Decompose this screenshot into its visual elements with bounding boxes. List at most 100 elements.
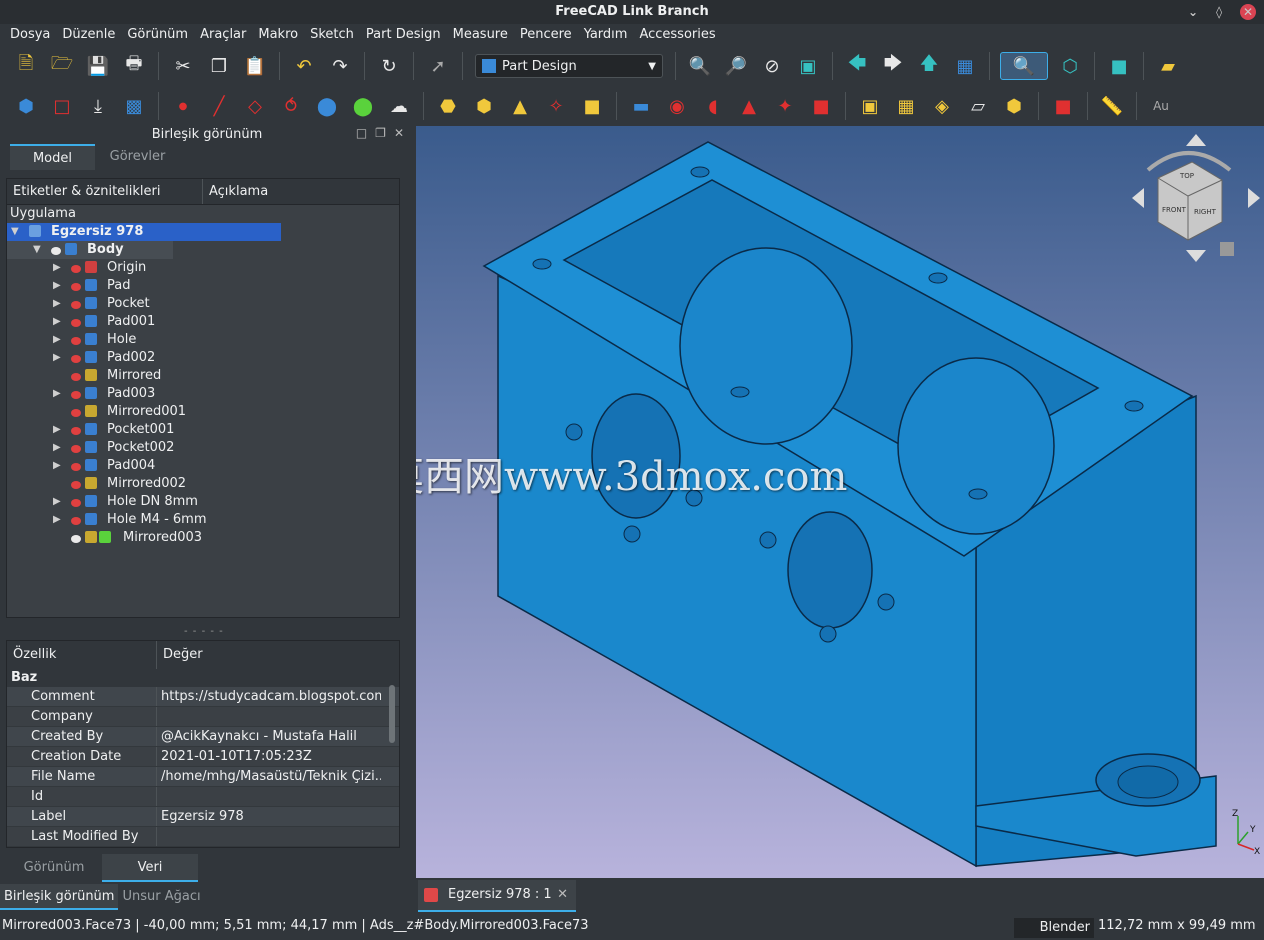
additive-primitive-icon[interactable]: ■ — [578, 92, 606, 120]
measure-icon[interactable]: 📏 — [1098, 92, 1126, 120]
subtractive-loft-icon[interactable]: ▲ — [735, 92, 763, 120]
back-icon[interactable]: 🡄 — [843, 52, 871, 80]
menu-gorunum[interactable]: Görünüm — [121, 24, 194, 46]
datum-plane-icon[interactable]: ◇ — [241, 92, 269, 120]
maximize-icon[interactable]: ◊ — [1216, 0, 1222, 24]
part-cube-icon[interactable]: ■ — [1105, 52, 1133, 80]
hidden-eye-icon[interactable] — [71, 283, 81, 291]
menu-duzenle[interactable]: Düzenle — [56, 24, 121, 46]
navigation-style-button[interactable]: Blender — [1014, 918, 1094, 938]
prop-header-value[interactable]: Değer — [157, 641, 203, 669]
prop-row-creation-date[interactable]: Creation Date 2021-01-10T17:05:23Z — [7, 747, 399, 767]
chevron-right-icon[interactable]: ▶ — [53, 331, 61, 349]
hidden-eye-icon[interactable] — [71, 445, 81, 453]
tree-header-labels[interactable]: Etiketler & öznitelikleri — [7, 179, 203, 204]
tree-body[interactable]: ▼ Body — [7, 241, 173, 259]
shape-binder-icon[interactable]: ⬤ — [313, 92, 341, 120]
up-icon[interactable]: 🡅 — [915, 52, 943, 80]
clone-icon[interactable]: ▩ — [120, 92, 148, 120]
scaled-icon[interactable]: ▱ — [964, 92, 992, 120]
panel-restore-icon[interactable]: ❐ — [375, 126, 386, 140]
tab-model[interactable]: Model — [10, 144, 95, 170]
datum-point-icon[interactable]: ● — [169, 92, 197, 120]
groove-icon[interactable]: ◖ — [699, 92, 727, 120]
subshape-binder-icon[interactable]: ⬤ — [349, 92, 377, 120]
undo-icon[interactable]: ↶ — [290, 52, 318, 80]
hidden-eye-icon[interactable] — [71, 517, 81, 525]
panel-close-icon[interactable]: ✕ — [394, 126, 404, 140]
menu-dosya[interactable]: Dosya — [4, 24, 56, 46]
tree-item-pocket001[interactable]: ▶ Pocket001 — [7, 421, 399, 439]
validate-sketch-icon[interactable]: ⤓ — [84, 92, 112, 120]
prop-row-last-modified-by[interactable]: Last Modified By — [7, 827, 399, 847]
eye-icon[interactable] — [71, 535, 81, 543]
new-file-icon[interactable]: 🗎 — [12, 52, 40, 80]
pad-icon[interactable]: ⬣ — [434, 92, 462, 120]
tree-item-pocket[interactable]: ▶ Pocket — [7, 295, 399, 313]
fit-selection-icon[interactable]: 🔎 — [722, 52, 750, 80]
save-icon[interactable]: 💾 — [84, 52, 112, 80]
chevron-right-icon[interactable]: ▶ — [53, 421, 61, 439]
prop-row-created-by[interactable]: Created By @AcikKaynakcı - Mustafa Halil — [7, 727, 399, 747]
chevron-right-icon[interactable]: ▶ — [53, 493, 61, 511]
tree-item-pad002[interactable]: ▶ Pad002 — [7, 349, 399, 367]
hidden-eye-icon[interactable] — [71, 499, 81, 507]
refresh-icon[interactable]: ↻ — [375, 52, 403, 80]
menu-yardim[interactable]: Yardım — [578, 24, 634, 46]
hidden-eye-icon[interactable] — [71, 301, 81, 309]
mirrored-icon[interactable]: ▣ — [856, 92, 884, 120]
hidden-eye-icon[interactable] — [71, 427, 81, 435]
isometric-view-icon[interactable]: ⬡ — [1056, 52, 1084, 80]
chevron-right-icon[interactable]: ▶ — [53, 295, 61, 313]
navcube-top-label[interactable]: TOP — [1179, 172, 1194, 180]
subtractive-primitive-icon[interactable]: ■ — [807, 92, 835, 120]
tab-document-view[interactable]: Egzersiz 978 : 1 ✕ — [418, 880, 576, 912]
minimize-icon[interactable]: ⌄ — [1188, 0, 1198, 24]
tree-item-pad004[interactable]: ▶ Pad004 — [7, 457, 399, 475]
tree-item-pad003[interactable]: ▶ Pad003 — [7, 385, 399, 403]
bounding-box-icon[interactable]: ▣ — [794, 52, 822, 80]
tree-item-mirrored[interactable]: Mirrored — [7, 367, 399, 385]
view-group-icon[interactable]: ▦ — [951, 52, 979, 80]
panel-float-icon[interactable]: □ — [356, 126, 367, 140]
hidden-eye-icon[interactable] — [71, 265, 81, 273]
menu-araclar[interactable]: Araçlar — [194, 24, 252, 46]
3d-viewport[interactable]: TOP FRONT RIGHT Z Y X 莫西网www.3dmox.com — [416, 126, 1264, 878]
chevron-right-icon[interactable]: ▶ — [53, 511, 61, 529]
sheep-icon[interactable]: ☁ — [385, 92, 413, 120]
property-scrollbar[interactable] — [389, 673, 397, 843]
open-file-icon[interactable]: 🗁 — [48, 52, 76, 80]
tab-data-properties[interactable]: Veri — [102, 854, 198, 882]
subtractive-pipe-icon[interactable]: ✦ — [771, 92, 799, 120]
tree-item-mirrored002[interactable]: Mirrored002 — [7, 475, 399, 493]
chevron-right-icon[interactable]: ▶ — [53, 439, 61, 457]
close-tab-icon[interactable]: ✕ — [557, 880, 568, 910]
menu-pencere[interactable]: Pencere — [514, 24, 578, 46]
chevron-right-icon[interactable]: ▶ — [53, 277, 61, 295]
tree-item-hole[interactable]: ▶ Hole — [7, 331, 399, 349]
zoom-box-icon[interactable]: 🔍 — [1000, 52, 1048, 80]
datum-line-icon[interactable]: ╱ — [205, 92, 233, 120]
tree-item-origin[interactable]: ▶ Origin — [7, 259, 399, 277]
splitter-handle[interactable]: - - - - - — [184, 626, 224, 637]
prop-row-label[interactable]: Label Egzersiz 978 — [7, 807, 399, 827]
tree-header-description[interactable]: Açıklama — [203, 179, 268, 204]
tab-feature-tree[interactable]: Unsur Ağacı — [118, 884, 204, 910]
tree-item-pad[interactable]: ▶ Pad — [7, 277, 399, 295]
prop-row-company[interactable]: Company — [7, 707, 399, 727]
navcube-front-label[interactable]: FRONT — [1162, 206, 1187, 214]
chevron-right-icon[interactable]: ▶ — [53, 385, 61, 403]
tree-document[interactable]: ▼ Egzersiz 978 — [7, 223, 281, 241]
menu-accessories[interactable]: Accessories — [633, 24, 721, 46]
create-sketch-icon[interactable]: □ — [48, 92, 76, 120]
prop-row-comment[interactable]: Comment https://studycadcam.blogspot.com — [7, 687, 399, 707]
copy-icon[interactable]: ❐ — [205, 52, 233, 80]
tree-item-mirrored003[interactable]: Mirrored003 — [7, 529, 399, 547]
menu-part-design[interactable]: Part Design — [360, 24, 447, 46]
hidden-eye-icon[interactable] — [71, 355, 81, 363]
multitransform-icon[interactable]: ⬢ — [1000, 92, 1028, 120]
hidden-eye-icon[interactable] — [71, 481, 81, 489]
pipe-icon[interactable]: ✧ — [542, 92, 570, 120]
hidden-eye-icon[interactable] — [71, 391, 81, 399]
fit-all-icon[interactable]: 🔍 — [686, 52, 714, 80]
